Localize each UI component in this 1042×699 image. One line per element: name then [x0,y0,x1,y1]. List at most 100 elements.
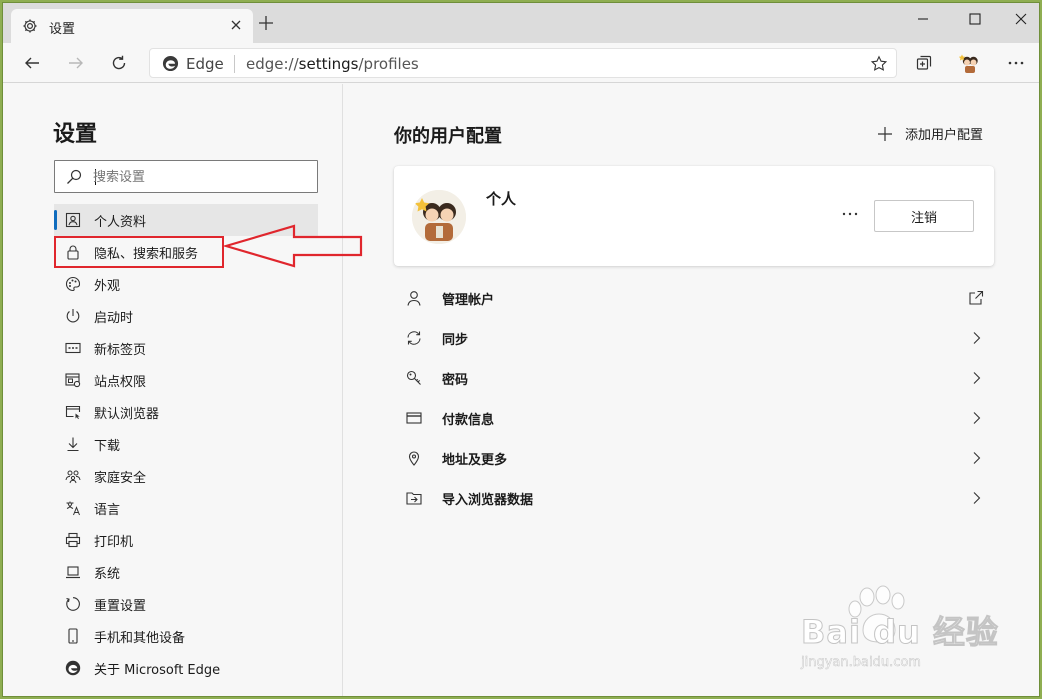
sidebar-item-label: 重置设置 [94,599,147,614]
language-icon [66,501,80,516]
sidebar-item-label: 个人资料 [94,215,147,230]
sidebar-item-printers[interactable]: 打印机 [54,524,318,556]
favorite-star-icon[interactable] [870,55,888,73]
profile-card: 个人 注销 [394,166,994,266]
sidebar-item-appearance[interactable]: 外观 [54,268,318,300]
page-title: 你的用户配置 [394,126,502,147]
sidebar-item-family-safety[interactable]: 家庭安全 [54,460,318,492]
annotation-arrow [224,224,363,268]
sidebar-item-label: 新标签页 [94,343,147,358]
sync-icon [407,331,421,345]
tab-settings[interactable]: 设置 [11,9,253,43]
reset-icon [66,597,80,611]
sidebar-item-site-permissions[interactable]: 站点权限 [54,364,318,396]
close-tab-icon[interactable] [229,18,243,32]
sign-out-button[interactable]: 注销 [874,200,974,232]
close-window-icon[interactable] [1013,11,1029,27]
family-icon [65,470,81,484]
person-icon [407,291,421,306]
browser-window: 设置 Edge edge://settings/profiles 设置 搜索设置… [2,2,1040,697]
sidebar-item-label: 关于 Microsoft Edge [94,663,221,678]
refresh-icon[interactable] [110,54,128,72]
download-icon [67,437,79,452]
collections-icon[interactable] [915,54,933,72]
url-path: /profiles [358,55,419,73]
maximize-icon[interactable] [967,11,983,27]
avatar-picture-icon [412,190,466,244]
row-addresses[interactable]: 地址及更多 [394,438,994,478]
location-icon [408,451,420,466]
sidebar-item-about-edge[interactable]: 关于 Microsoft Edge [54,652,318,684]
row-manage-account[interactable]: 管理帐户 [394,278,994,318]
sidebar-item-label: 隐私、搜索和服务 [94,247,199,262]
sidebar-item-new-tab-page[interactable]: 新标签页 [54,332,318,364]
address-bar[interactable]: Edge edge://settings/profiles [149,48,897,78]
import-icon [406,492,422,505]
search-icon [67,169,82,184]
profile-settings-list: 管理帐户 同步 密码 付款信息 地址及更多 导入浏览器数据 [394,278,994,518]
url-scheme: edge:// [246,55,299,73]
power-icon [66,309,80,323]
sidebar-item-label: 家庭安全 [94,471,147,486]
printer-icon [65,532,81,548]
sidebar-item-languages[interactable]: 语言 [54,492,318,524]
row-label: 同步 [442,333,469,348]
address-brand: Edge [186,55,224,73]
sidebar-item-label: 站点权限 [94,375,147,390]
chevron-right-icon [973,372,981,384]
edge-logo-icon [65,660,81,676]
sidebar-item-label: 启动时 [94,311,134,326]
chevron-right-icon [973,492,981,504]
forward-arrow-icon[interactable] [67,54,85,72]
profile-name: 个人 [486,190,517,208]
more-menu-icon[interactable] [1007,54,1025,72]
sidebar-item-startup[interactable]: 启动时 [54,300,318,332]
external-link-icon [969,290,984,305]
sidebar-item-system[interactable]: 系统 [54,556,318,588]
row-label: 付款信息 [442,413,495,428]
row-sync[interactable]: 同步 [394,318,994,358]
gear-icon [23,19,37,33]
sidebar-item-label: 下载 [94,439,121,454]
tab-title: 设置 [49,22,76,37]
sidebar-item-privacy[interactable]: 隐私、搜索和服务 [54,236,224,268]
profile-icon [65,212,81,228]
row-passwords[interactable]: 密码 [394,358,994,398]
row-label: 密码 [442,373,469,388]
new-tab-page-icon [65,342,81,354]
row-label: 管理帐户 [442,293,495,308]
settings-sidebar: 设置 个人资料 隐私 [3,84,343,696]
search-input[interactable] [93,167,303,187]
profiles-main: 你的用户配置 添加用户配置 个人 注销 管理帐户 同步 密码 付款信息 地址及更… [344,84,1039,696]
avatar [412,190,466,244]
site-permissions-icon [65,373,81,388]
key-icon [406,370,421,385]
sidebar-item-downloads[interactable]: 下载 [54,428,318,460]
plus-icon [877,126,892,141]
profile-avatar-icon[interactable] [959,52,981,74]
add-profile-label: 添加用户配置 [904,128,983,143]
chevron-right-icon [973,332,981,344]
search-settings-box[interactable] [54,160,318,193]
sidebar-item-default-browser[interactable]: 默认浏览器 [54,396,318,428]
lock-icon [67,245,79,260]
add-profile-button[interactable]: 添加用户配置 [877,124,983,143]
sidebar-item-reset-settings[interactable]: 重置设置 [54,588,318,620]
default-browser-icon [65,405,81,420]
tab-strip: 设置 [3,3,1039,43]
address-url: edge://settings/profiles [246,55,419,73]
row-import-data[interactable]: 导入浏览器数据 [394,478,994,518]
url-host: settings [298,55,359,73]
phone-icon [68,628,78,644]
sidebar-item-label: 默认浏览器 [94,407,160,422]
sidebar-item-phone-devices[interactable]: 手机和其他设备 [54,620,318,652]
row-label: 导入浏览器数据 [442,493,534,508]
more-options-icon[interactable] [840,204,860,224]
back-arrow-icon[interactable] [23,54,41,72]
row-payment-info[interactable]: 付款信息 [394,398,994,438]
minimize-icon[interactable] [915,11,931,27]
chevron-right-icon [973,412,981,424]
sidebar-item-label: 语言 [94,503,121,518]
new-tab-plus-icon[interactable] [258,15,274,31]
sidebar-item-label: 系统 [94,567,121,582]
